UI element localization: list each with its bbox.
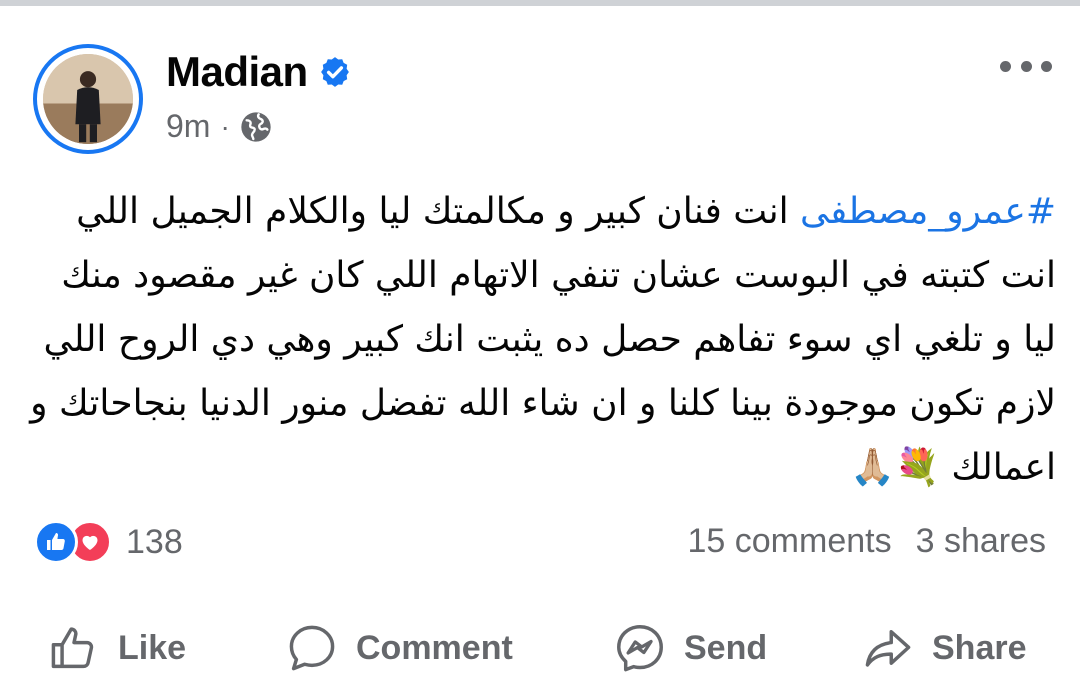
comment-button[interactable]: Comment (286, 622, 513, 674)
reaction-count: 138 (126, 522, 183, 561)
like-label: Like (118, 628, 187, 667)
avatar-photo (43, 54, 133, 144)
more-dot (1020, 60, 1032, 72)
send-button[interactable]: Send (614, 622, 767, 674)
comment-bubble-icon (289, 625, 335, 671)
more-dot (1000, 60, 1011, 72)
post-actions: Like Comment Send Share (0, 610, 1080, 685)
comment-label: Comment (356, 628, 513, 667)
thumbs-up-icon (51, 627, 94, 669)
like-button[interactable]: Like (48, 622, 186, 674)
send-label: Send (684, 628, 768, 667)
engagement-stats: 15 comments 3 shares (688, 522, 1047, 561)
post-hashtag[interactable]: #عمرو_مصطفى (800, 191, 1056, 232)
like-reaction-icon (34, 520, 78, 564)
meta-separator: · (220, 110, 230, 142)
post-message: انت فنان كبير و مكالمتك ليا والكلام الجم… (30, 191, 1056, 488)
globe-icon (240, 111, 272, 143)
comments-count[interactable]: 15 comments (688, 522, 892, 561)
post-meta: 9m · (166, 108, 272, 145)
person-silhouette-icon (43, 54, 133, 144)
share-button[interactable]: Share (862, 622, 1027, 674)
author-row: Madian (166, 48, 352, 96)
more-dot (1041, 60, 1052, 72)
share-label: Share (932, 628, 1027, 667)
verified-badge-icon (318, 55, 352, 89)
more-options-icon[interactable] (1000, 52, 1052, 80)
profile-avatar[interactable] (33, 44, 143, 154)
post-time[interactable]: 9m (166, 108, 210, 145)
reactions-summary[interactable]: 138 (34, 520, 183, 564)
post-text: #عمرو_مصطفى انت فنان كبير و مكالمتك ليا … (24, 180, 1056, 500)
messenger-icon (617, 625, 663, 672)
share-arrow-icon (865, 630, 911, 667)
author-name[interactable]: Madian (166, 48, 308, 96)
top-divider (0, 0, 1080, 10)
shares-count[interactable]: 3 shares (916, 522, 1046, 561)
